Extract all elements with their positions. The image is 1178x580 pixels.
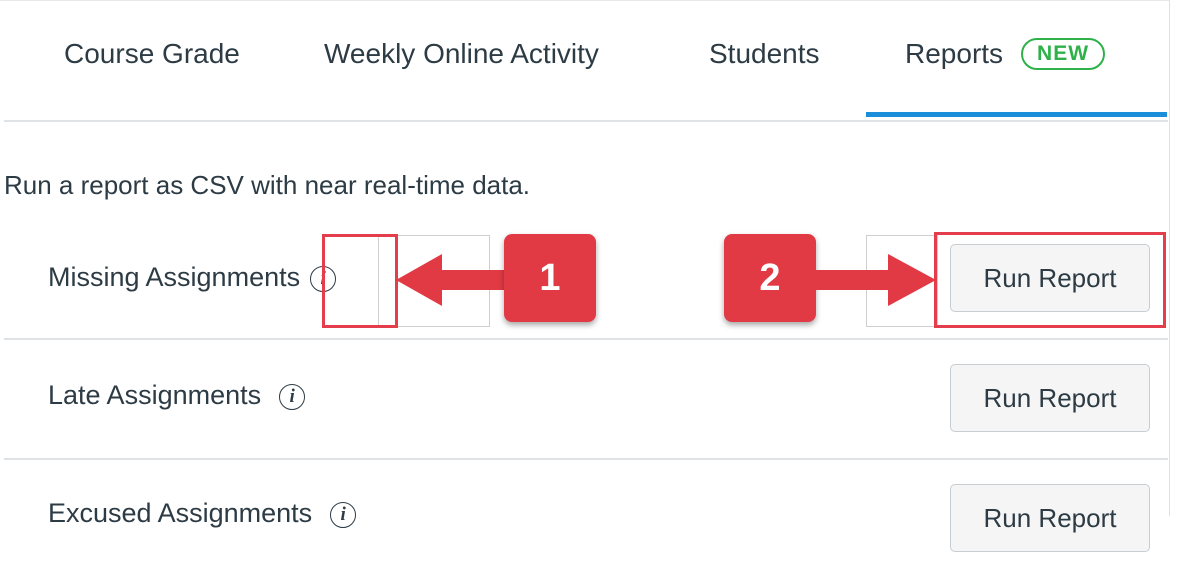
reports-intro-text: Run a report as CSV with near real-time … — [4, 170, 531, 200]
new-badge: NEW — [1021, 38, 1106, 70]
report-row-excused-assignments: Excused Assignments i Run Report — [0, 460, 1168, 580]
analytics-tab-bar: Course Grade Weekly Online Activity Stud… — [0, 8, 1168, 122]
tab-reports-label: Reports — [905, 38, 1004, 69]
run-report-button[interactable]: Run Report — [950, 484, 1150, 552]
report-name: Late Assignments — [48, 380, 262, 410]
report-row-label: Excused Assignments i — [48, 498, 357, 529]
tab-students[interactable]: Students — [709, 38, 820, 70]
run-report-highlight — [934, 232, 1166, 328]
run-report-button[interactable]: Run Report — [950, 364, 1150, 432]
report-name: Missing Assignments — [48, 262, 301, 292]
report-row-label: Missing Assignments i — [48, 262, 337, 293]
callout-badge-2: 2 — [724, 234, 816, 322]
callout-badge-1: 1 — [504, 234, 596, 322]
tab-students-label: Students — [709, 38, 820, 69]
tab-weekly-online-activity[interactable]: Weekly Online Activity — [324, 38, 599, 70]
report-row-late-assignments: Late Assignments i Run Report — [0, 340, 1168, 460]
tab-reports[interactable]: Reports NEW — [905, 38, 1106, 70]
report-name: Excused Assignments — [48, 498, 313, 528]
active-tab-indicator — [866, 112, 1167, 117]
tab-course-grade-label: Course Grade — [64, 38, 240, 69]
tab-weekly-online-activity-label: Weekly Online Activity — [324, 38, 599, 69]
arrow-left-icon — [396, 254, 508, 306]
info-icon-highlight — [322, 234, 398, 328]
tab-bar-divider — [4, 120, 1168, 122]
info-icon[interactable]: i — [279, 384, 306, 410]
window-right-edge — [1169, 0, 1178, 516]
tab-course-grade[interactable]: Course Grade — [64, 38, 240, 70]
info-icon[interactable]: i — [330, 502, 357, 528]
report-row-label: Late Assignments i — [48, 380, 306, 411]
arrow-right-icon — [812, 254, 936, 306]
